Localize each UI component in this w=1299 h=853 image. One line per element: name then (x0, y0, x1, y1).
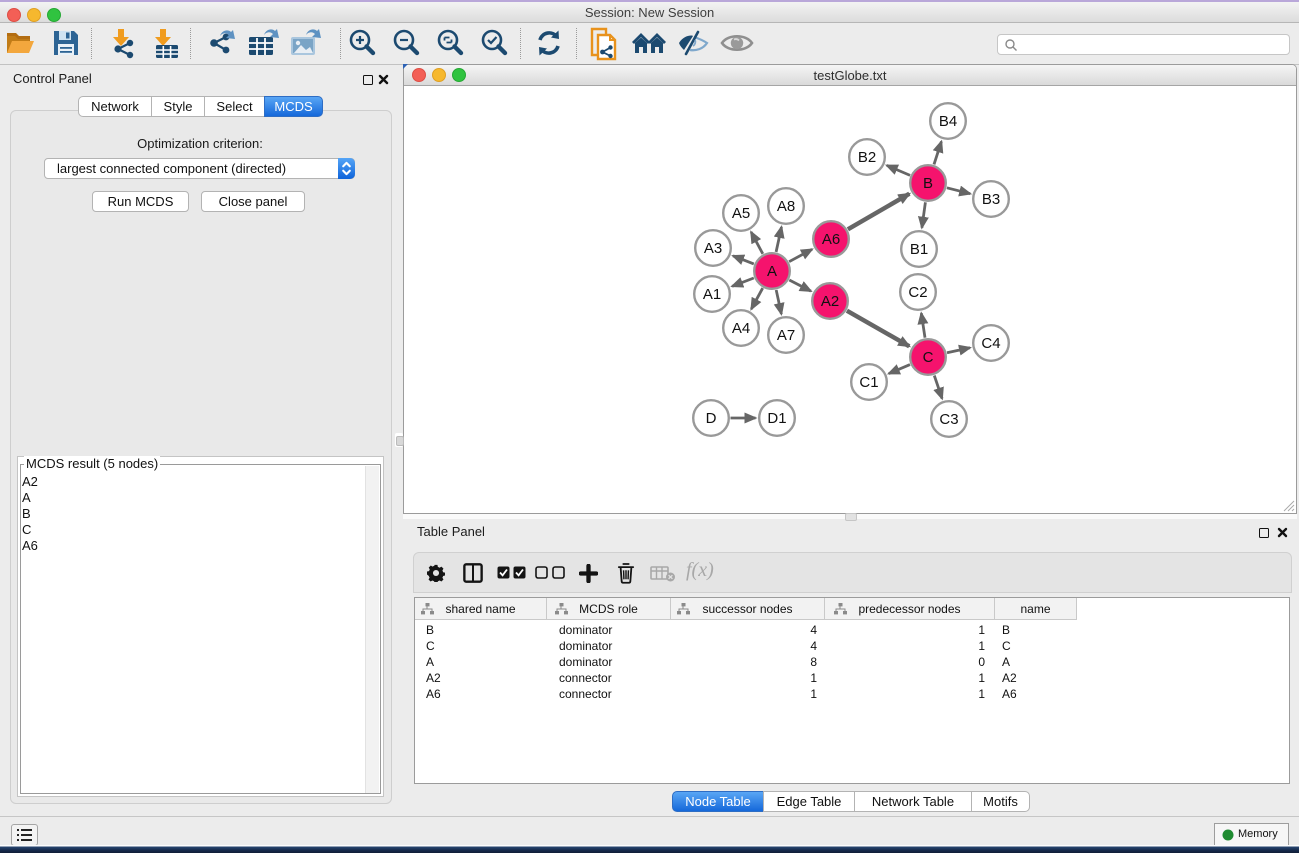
svg-text:A: A (767, 263, 777, 280)
svg-text:A1: A1 (703, 286, 721, 303)
svg-text:C: C (923, 349, 934, 366)
svg-text:C2: C2 (908, 284, 927, 301)
svg-text:A2: A2 (821, 293, 839, 310)
svg-text:A4: A4 (732, 320, 750, 337)
svg-text:B1: B1 (910, 241, 928, 258)
svg-text:A3: A3 (704, 240, 722, 257)
svg-text:C1: C1 (859, 374, 878, 391)
svg-text:B4: B4 (939, 113, 957, 130)
svg-text:C3: C3 (939, 411, 958, 428)
svg-text:A5: A5 (732, 205, 750, 222)
svg-text:A7: A7 (777, 327, 795, 344)
svg-text:B3: B3 (982, 191, 1000, 208)
svg-text:A8: A8 (777, 198, 795, 215)
svg-text:C4: C4 (981, 335, 1000, 352)
svg-text:B2: B2 (858, 149, 876, 166)
svg-text:A6: A6 (822, 231, 840, 248)
svg-text:B: B (923, 175, 933, 192)
svg-text:D: D (706, 410, 717, 427)
svg-text:D1: D1 (767, 410, 786, 427)
